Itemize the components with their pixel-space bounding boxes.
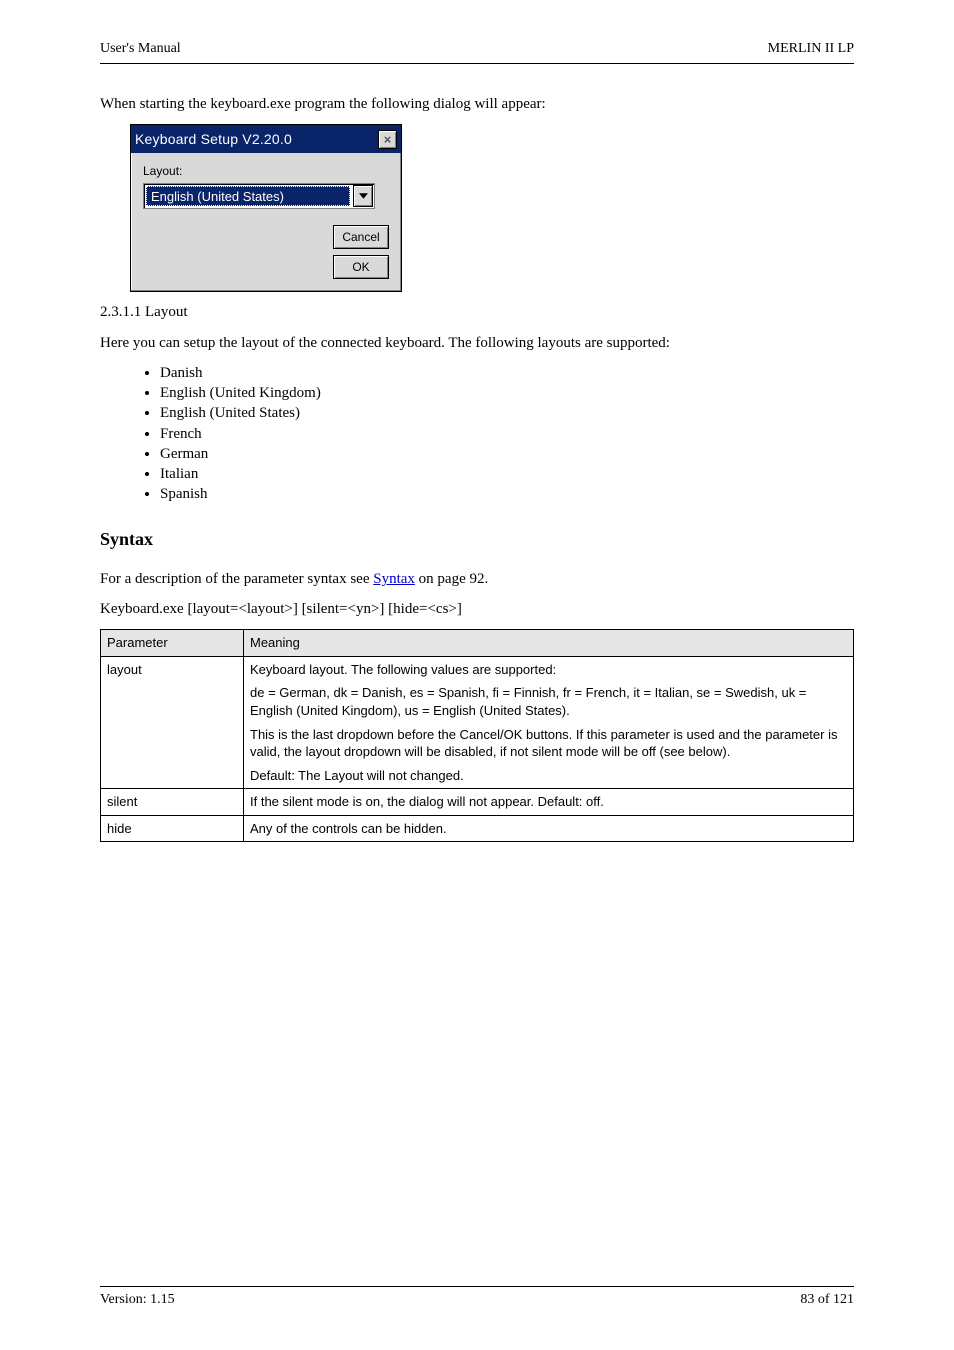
param-meaning: If the silent mode is on, the dialog wil…: [244, 789, 854, 816]
syntax-heading: Syntax: [100, 527, 854, 551]
ok-button[interactable]: OK: [333, 255, 389, 279]
footer-version: Version: 1.15: [100, 1291, 175, 1310]
list-item: French: [160, 424, 854, 444]
list-item: Danish: [160, 363, 854, 383]
cancel-button[interactable]: Cancel: [333, 225, 389, 249]
syntax-text-before: For a description of the parameter synta…: [100, 571, 373, 587]
param-meaning: Any of the controls can be hidden.: [244, 815, 854, 842]
chevron-down-icon[interactable]: [353, 185, 373, 207]
layout-combobox[interactable]: English (United States): [143, 183, 375, 209]
meaning-line: This is the last dropdown before the Can…: [250, 726, 847, 761]
dialog-body: Layout: English (United States) Cancel O…: [131, 153, 401, 291]
layout-label: Layout:: [143, 163, 389, 179]
header-left: User's Manual: [100, 40, 181, 59]
dialog-titlebar: Keyboard Setup V2.20.0 ×: [131, 125, 401, 153]
list-item: German: [160, 444, 854, 464]
meaning-line: Default: The Layout will not changed.: [250, 767, 847, 785]
dialog-title: Keyboard Setup V2.20.0: [135, 130, 292, 149]
param-name: layout: [101, 656, 244, 788]
param-name: hide: [101, 815, 244, 842]
section-heading: 2.3.1.1 Layout: [100, 302, 854, 322]
list-item: Spanish: [160, 484, 854, 504]
syntax-description: For a description of the parameter synta…: [100, 569, 854, 589]
meaning-line: If the silent mode is on, the dialog wil…: [250, 793, 847, 811]
list-item: Italian: [160, 464, 854, 484]
param-meaning: Keyboard layout. The following values ar…: [244, 656, 854, 788]
meaning-line: de = German, dk = Danish, es = Spanish, …: [250, 684, 847, 719]
footer-page-number: 83 of 121: [800, 1291, 854, 1310]
params-table: Parameter Meaning layout Keyboard layout…: [100, 629, 854, 842]
meaning-line: Keyboard layout. The following values ar…: [250, 661, 847, 679]
header-right: MERLIN II LP: [768, 40, 854, 59]
keyboard-setup-dialog: Keyboard Setup V2.20.0 × Layout: English…: [130, 124, 402, 292]
layouts-list: Danish English (United Kingdom) English …: [160, 363, 854, 505]
table-header-parameter: Parameter: [101, 630, 244, 657]
intro-paragraph: When starting the keyboard.exe program t…: [100, 94, 854, 114]
syntax-link[interactable]: Syntax: [373, 571, 415, 587]
table-row: hide Any of the controls can be hidden.: [101, 815, 854, 842]
footer-rule: [100, 1286, 854, 1287]
header-rule: [100, 63, 854, 64]
table-row: layout Keyboard layout. The following va…: [101, 656, 854, 788]
syntax-command: Keyboard.exe [layout=<layout>] [silent=<…: [100, 599, 854, 619]
list-item: English (United Kingdom): [160, 383, 854, 403]
section-body: Here you can setup the layout of the con…: [100, 333, 854, 353]
page-footer: Version: 1.15 83 of 121: [100, 1286, 854, 1310]
list-item: English (United States): [160, 403, 854, 423]
table-header-meaning: Meaning: [244, 630, 854, 657]
layout-selected-value: English (United States): [146, 186, 350, 206]
close-icon[interactable]: ×: [378, 130, 397, 149]
table-row: silent If the silent mode is on, the dia…: [101, 789, 854, 816]
meaning-line: Any of the controls can be hidden.: [250, 820, 847, 838]
syntax-text-after: on page 92.: [415, 571, 488, 587]
param-name: silent: [101, 789, 244, 816]
